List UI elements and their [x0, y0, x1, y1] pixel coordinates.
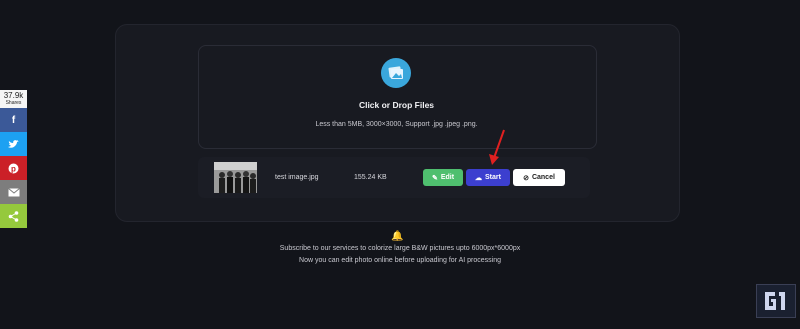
- email-share-button[interactable]: [0, 180, 27, 204]
- file-name: test image.jpg: [275, 174, 319, 181]
- edit-button[interactable]: ✎ Edit: [423, 169, 463, 186]
- share-icon: [8, 210, 19, 222]
- drop-requirements: Less than 5MB, 3000×3000, Support .jpg .…: [315, 121, 478, 128]
- pencil-icon: ✎: [431, 174, 438, 182]
- twitter-share-button[interactable]: [0, 132, 27, 156]
- more-share-button[interactable]: [0, 204, 27, 228]
- twitter-icon: [8, 139, 19, 148]
- file-size: 155.24 KB: [354, 174, 387, 181]
- share-sidebar: 37.9k Shares f p: [0, 90, 27, 228]
- email-icon: [7, 187, 20, 196]
- red-arrow-annotation: [489, 129, 505, 165]
- footer-line-2: Now you can edit photo online before upl…: [299, 257, 501, 264]
- file-thumbnail: [214, 162, 257, 193]
- start-button[interactable]: ☁ Start: [466, 169, 510, 186]
- facebook-share-button[interactable]: f: [0, 108, 27, 132]
- image-upload-icon[interactable]: [381, 58, 411, 88]
- svg-text:p: p: [11, 164, 16, 173]
- share-count: 37.9k Shares: [0, 90, 27, 108]
- facebook-icon: f: [11, 114, 16, 126]
- cloud-upload-icon: ☁: [475, 174, 483, 182]
- bell-icon: 🔔: [391, 231, 404, 242]
- drop-title: Click or Drop Files: [358, 100, 435, 110]
- footer-line-1: Subscribe to our services to colorize la…: [279, 245, 521, 252]
- cancel-button[interactable]: ⊘ Cancel: [513, 169, 565, 186]
- watermark-logo: [756, 284, 796, 318]
- pinterest-icon: p: [8, 163, 19, 173]
- cancel-circle-icon: ⊘: [523, 174, 529, 182]
- pinterest-share-button[interactable]: p: [0, 156, 27, 180]
